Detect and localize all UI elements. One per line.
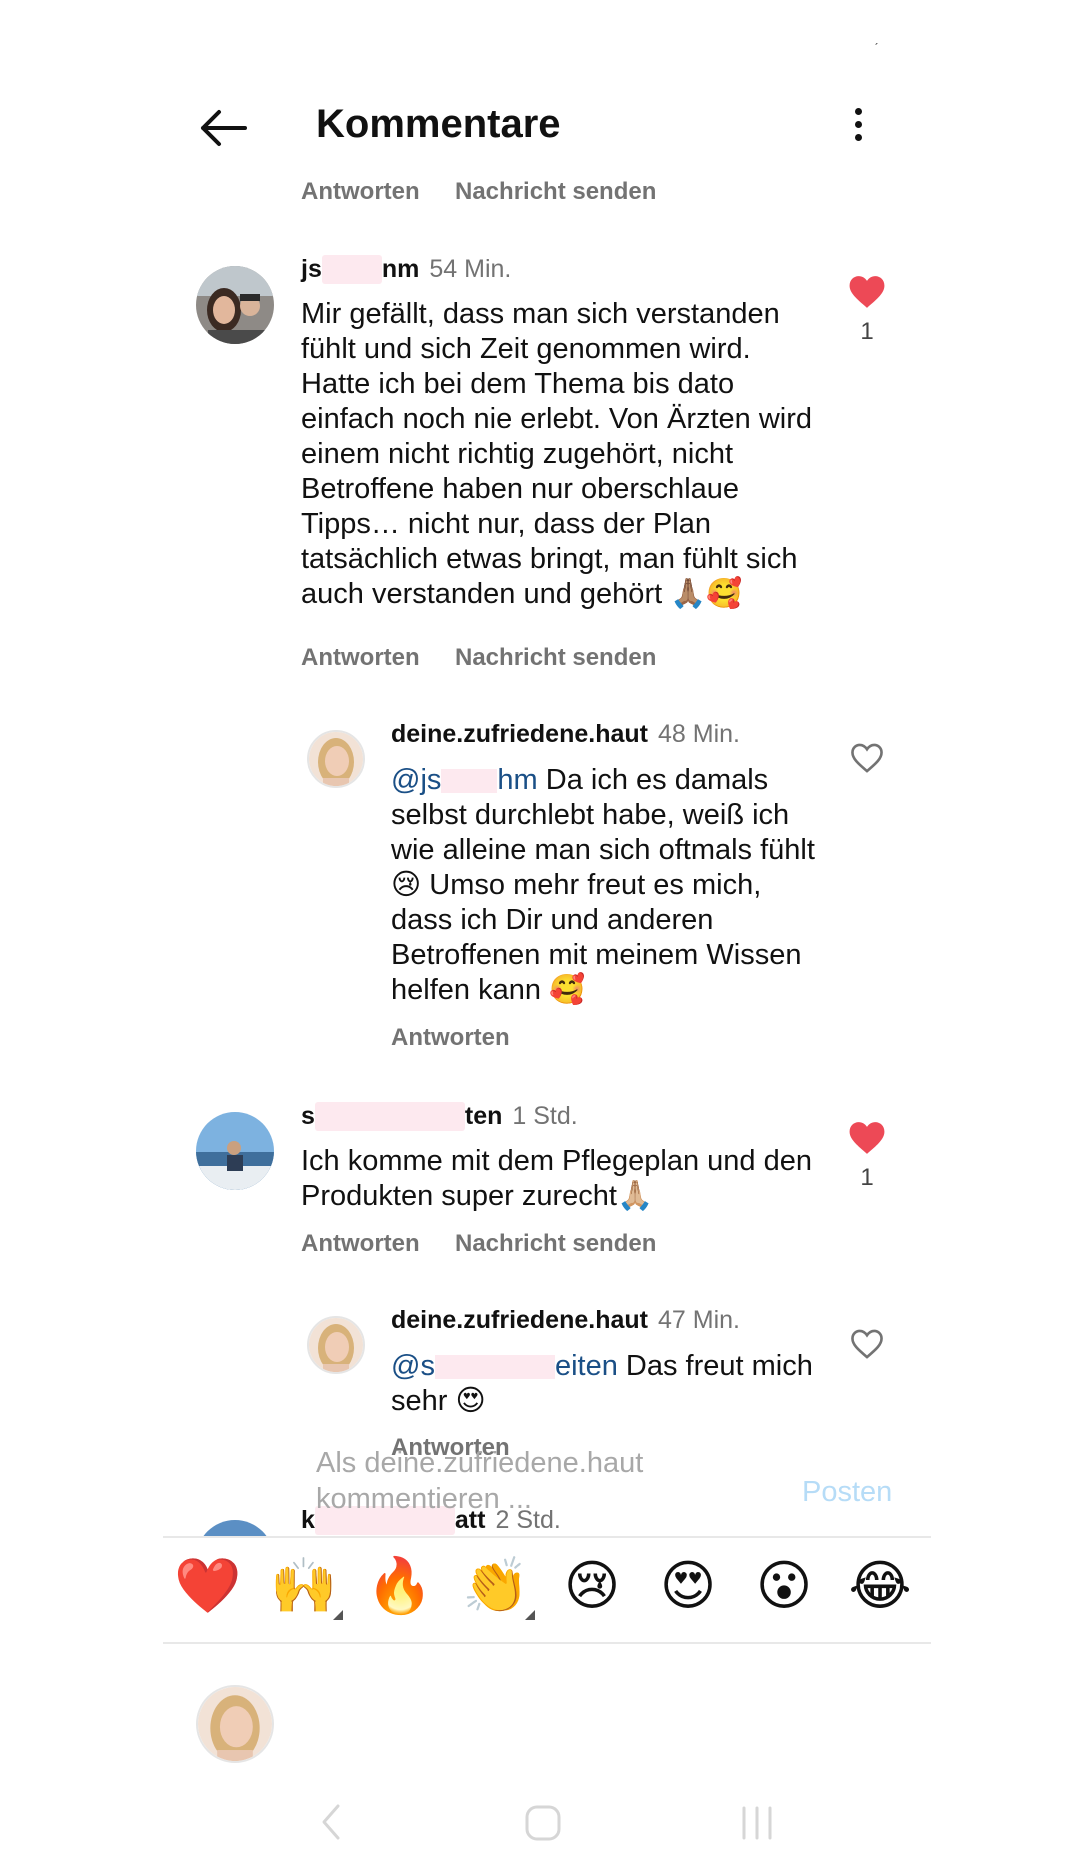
nav-back-icon[interactable] [316,1802,346,1842]
like-count: 1 [860,1164,874,1191]
reply-time: 47 Min. [657,1306,740,1334]
avatar[interactable] [196,266,274,344]
comment-username[interactable]: k [301,1506,315,1534]
emoji-heart-eyes-button[interactable]: 😍 [653,1556,723,1616]
emoji-fire-button[interactable]: 🔥 [365,1556,435,1616]
emoji-crying-button[interactable]: 😢 [557,1556,627,1616]
skin-tone-caret-icon [525,1610,535,1620]
heart-filled-icon[interactable] [848,274,886,310]
like-count: 1 [860,318,874,345]
comment-username-end: nm [381,255,420,283]
heart-filled-icon[interactable] [848,1120,886,1156]
emoji-clap-button[interactable]: 👏 [461,1556,531,1616]
comment-text: Mir gefällt, dass man sich verstanden fü… [301,298,813,610]
emoji-laughing-button[interactable]: 😂 [845,1556,915,1616]
reply-button[interactable]: Antworten [301,1230,420,1258]
comment-meta: sx ten 1 Std. [301,1102,578,1131]
send-message-button[interactable]: Nachricht senden [455,1230,656,1258]
avatar[interactable] [196,1112,274,1190]
comment-username-end: ten [464,1102,503,1130]
avatar[interactable] [307,1316,365,1374]
post-button[interactable]: Posten [802,1476,892,1509]
reply-username[interactable]: deine.zufriedene.haut [391,720,648,748]
send-message-button[interactable]: Nachricht senden [455,644,656,672]
previous-comment-actions: Antworten Nachricht senden [0,172,1080,200]
emoji-heart-button[interactable]: ❤️ [173,1556,243,1616]
nav-home-icon[interactable] [524,1804,562,1842]
comment-username[interactable]: js [301,255,322,283]
comment-input[interactable]: Als deine.zufriedene.haut kommentieren .… [316,1445,676,1517]
nav-recents-icon[interactable] [738,1804,776,1842]
avatar[interactable] [196,1520,274,1536]
emoji-bar: ❤️ 🙌 🔥 👏 😢 😍 😮 😂 [163,1556,931,1626]
emoji-raised-hands-button[interactable]: 🙌 [269,1556,339,1616]
mention-link[interactable]: @s eiten [391,1350,618,1382]
reply-button[interactable]: Antworten [301,178,420,200]
divider [163,1536,931,1538]
back-arrow-icon[interactable] [195,100,251,156]
page-title: Kommentare [316,102,561,146]
skin-tone-caret-icon [333,1610,343,1620]
reply-text: @s eiten Das freut mich sehr 😍 [391,1349,821,1419]
avatar [196,1685,274,1763]
reply-meta: deine.zufriedene.haut 47 Min. [391,1306,740,1335]
reply-text: @js hm Da ich es damals selbst durchlebt … [391,763,821,1008]
comment-text: Ich komme mit dem Pflegeplan und den Pro… [301,1145,812,1212]
divider [163,1642,931,1644]
comment-time: 54 Min. [429,255,512,283]
emoji-surprised-button[interactable]: 😮 [749,1556,819,1616]
reply-button[interactable]: Antworten [391,1024,510,1052]
reply-meta: deine.zufriedene.haut 48 Min. [391,720,740,749]
comment-time: 1 Std. [512,1102,578,1130]
avatar[interactable] [307,730,365,788]
heart-outline-icon[interactable] [849,1328,885,1360]
send-message-button[interactable]: Nachricht senden [455,178,656,200]
reply-body: Da ich es damals selbst durchlebt habe, … [391,764,815,1006]
status-indicator: ˊ [874,40,879,56]
heart-outline-icon[interactable] [849,742,885,774]
mention-link[interactable]: @js hm [391,764,538,796]
reply-button[interactable]: Antworten [301,644,420,672]
more-options-icon[interactable] [848,108,868,148]
reply-username[interactable]: deine.zufriedene.haut [391,1306,648,1334]
comment-username[interactable]: s [301,1102,315,1130]
comment-meta: jsx nm 54 Min. [301,255,512,284]
reply-time: 48 Min. [657,720,740,748]
